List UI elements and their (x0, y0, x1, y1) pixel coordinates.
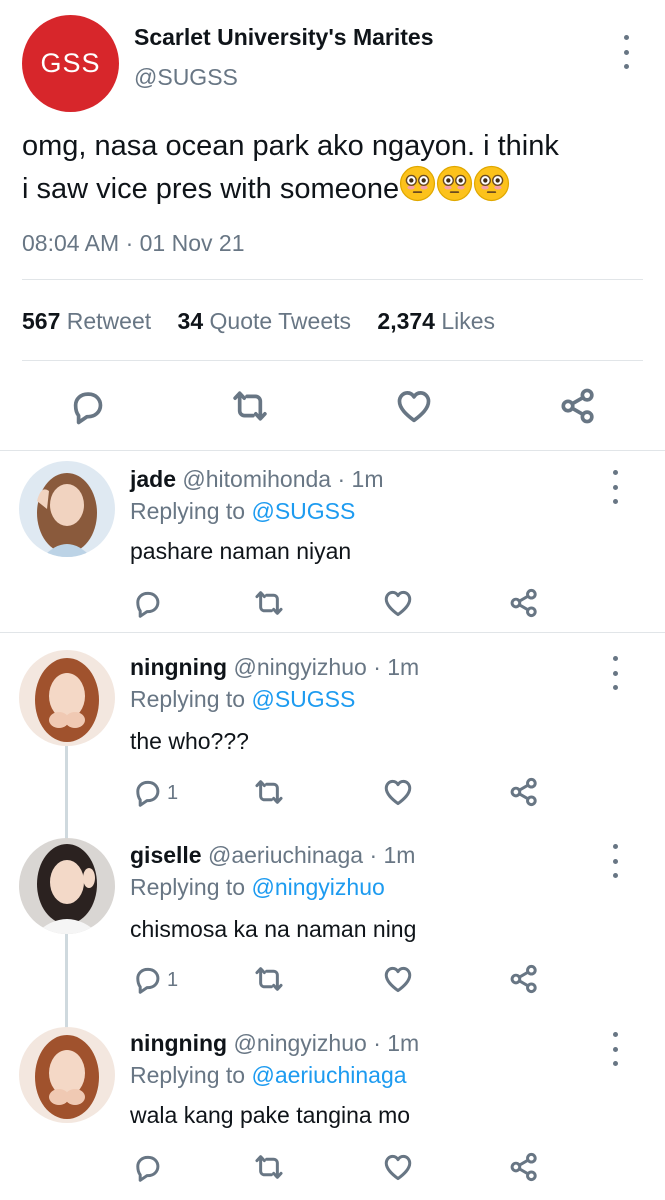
retweet-icon[interactable] (252, 775, 286, 814)
author-handle[interactable]: @SUGSS (134, 64, 238, 91)
replying-to: Replying to @aeriuchinaga (130, 1062, 407, 1089)
reply-icon[interactable] (130, 1150, 164, 1189)
like-icon[interactable] (393, 385, 435, 432)
avatar[interactable] (19, 1027, 115, 1123)
retweet-icon[interactable] (252, 962, 286, 1001)
reply-icon[interactable] (130, 962, 164, 1001)
share-icon[interactable] (507, 775, 541, 814)
divider (22, 360, 643, 361)
replying-to: Replying to @ningyizhuo (130, 874, 385, 901)
tweet-text: omg, nasa ocean park ako ngayon. i think… (22, 128, 647, 208)
avatar[interactable] (19, 838, 115, 934)
share-icon[interactable] (507, 1150, 541, 1189)
reply-count: 1 (167, 782, 179, 804)
author-handle[interactable]: @ningyizhuo (233, 654, 366, 680)
reply-tweet[interactable]: jade @hitomihonda · 1m Replying to @SUGS… (0, 451, 665, 632)
engagement-stats: 567 Retweet 34 Quote Tweets 2,374 Likes (22, 308, 495, 335)
quotes-label: Quote Tweets (209, 308, 352, 334)
tweet-timestamp[interactable]: 08:04 AM · 01 Nov 21 (22, 230, 245, 257)
more-options-icon[interactable] (614, 35, 638, 69)
avatar[interactable]: GSS (22, 15, 119, 112)
reply-icon[interactable] (130, 586, 164, 625)
reply-text: wala kang pake tangina mo (130, 1102, 411, 1128)
replying-to-link[interactable]: @SUGSS (251, 686, 355, 712)
reply-text: chismosa ka na naman ning (130, 916, 417, 942)
author-handle[interactable]: @hitomihonda (182, 466, 331, 492)
like-icon[interactable] (381, 586, 415, 625)
share-icon[interactable] (507, 586, 541, 625)
replying-to: Replying to @SUGSS (130, 498, 355, 525)
flushed-face-icon (473, 165, 510, 202)
tweet-text-line-2: i saw vice pres with someone (22, 173, 400, 205)
like-icon[interactable] (381, 962, 415, 1001)
author-name[interactable]: jade (130, 466, 176, 492)
author-name[interactable]: ningning (130, 654, 227, 680)
more-options-icon[interactable] (603, 656, 627, 690)
more-options-icon[interactable] (603, 844, 627, 878)
main-tweet: GSS Scarlet University's Marites @SUGSS … (0, 0, 665, 450)
replying-to-link[interactable]: @SUGSS (251, 498, 355, 524)
divider (22, 279, 643, 280)
reply-icon[interactable] (66, 385, 108, 432)
reply-header: ningning @ningyizhuo · 1m (130, 1030, 419, 1057)
retweet-icon[interactable] (229, 385, 271, 432)
replying-label: Replying to (130, 686, 246, 712)
flushed-face-icon (399, 165, 436, 202)
share-icon[interactable] (557, 385, 599, 432)
more-options-icon[interactable] (603, 1032, 627, 1066)
replying-label: Replying to (130, 874, 246, 900)
reply-text: the who??? (130, 728, 249, 754)
author-handle[interactable]: @aeriuchinaga (208, 842, 363, 868)
reply-header: jade @hitomihonda · 1m (130, 466, 384, 493)
replying-to-link[interactable]: @aeriuchinaga (251, 1062, 406, 1088)
avatar-text: GSS (40, 48, 101, 78)
reply-time: 1m (387, 1030, 420, 1056)
tweet-time: 08:04 AM (22, 230, 120, 256)
retweets-label: Retweet (66, 308, 152, 334)
replying-to-link[interactable]: @ningyizhuo (251, 874, 384, 900)
retweets-count: 567 (22, 308, 61, 334)
like-icon[interactable] (381, 775, 415, 814)
author-name[interactable]: giselle (130, 842, 202, 868)
replying-label: Replying to (130, 498, 246, 524)
more-options-icon[interactable] (603, 470, 627, 504)
separator-dot: · (125, 230, 134, 256)
author-handle[interactable]: @ningyizhuo (233, 1030, 366, 1056)
avatar[interactable] (19, 461, 115, 557)
replying-label: Replying to (130, 1062, 246, 1088)
reply-icon[interactable] (130, 775, 164, 814)
reply-tweet[interactable]: giselle @aeriuchinaga · 1m Replying to @… (0, 821, 665, 1009)
likes-stat[interactable]: 2,374 Likes (377, 308, 495, 334)
reply-time: 1m (387, 654, 420, 680)
reply-tweet[interactable]: ningning @ningyizhuo · 1m Replying to @S… (0, 633, 665, 821)
retweets-stat[interactable]: 567 Retweet (22, 308, 151, 334)
separator-dot: · (373, 654, 381, 680)
reply-text: pashare naman niyan (130, 538, 352, 564)
separator-dot: · (373, 1030, 381, 1056)
quotes-count: 34 (177, 308, 204, 334)
tweet-text-line-1: omg, nasa ocean park ako ngayon. i think (22, 130, 559, 162)
like-icon[interactable] (381, 1150, 415, 1189)
flushed-face-icon (436, 165, 473, 202)
separator-dot: · (369, 842, 378, 868)
reply-tweet[interactable]: ningning @ningyizhuo · 1m Replying to @a… (0, 1009, 665, 1200)
author-name[interactable]: Scarlet University's Marites (134, 24, 434, 51)
replying-to: Replying to @SUGSS (130, 686, 355, 713)
retweet-icon[interactable] (252, 586, 286, 625)
reply-header: giselle @aeriuchinaga · 1m (130, 842, 415, 869)
author-name[interactable]: ningning (130, 1030, 227, 1056)
retweet-icon[interactable] (252, 1150, 286, 1189)
tweet-date: 01 Nov 21 (139, 230, 245, 256)
avatar[interactable] (19, 650, 115, 746)
reply-header: ningning @ningyizhuo · 1m (130, 654, 419, 681)
reply-count: 1 (167, 969, 179, 991)
likes-label: Likes (441, 308, 496, 334)
separator-dot: · (337, 466, 346, 492)
share-icon[interactable] (507, 962, 541, 1001)
quotes-stat[interactable]: 34 Quote Tweets (178, 308, 351, 334)
reply-time: 1m (383, 842, 416, 868)
reply-time: 1m (351, 466, 384, 492)
likes-count: 2,374 (377, 308, 435, 334)
